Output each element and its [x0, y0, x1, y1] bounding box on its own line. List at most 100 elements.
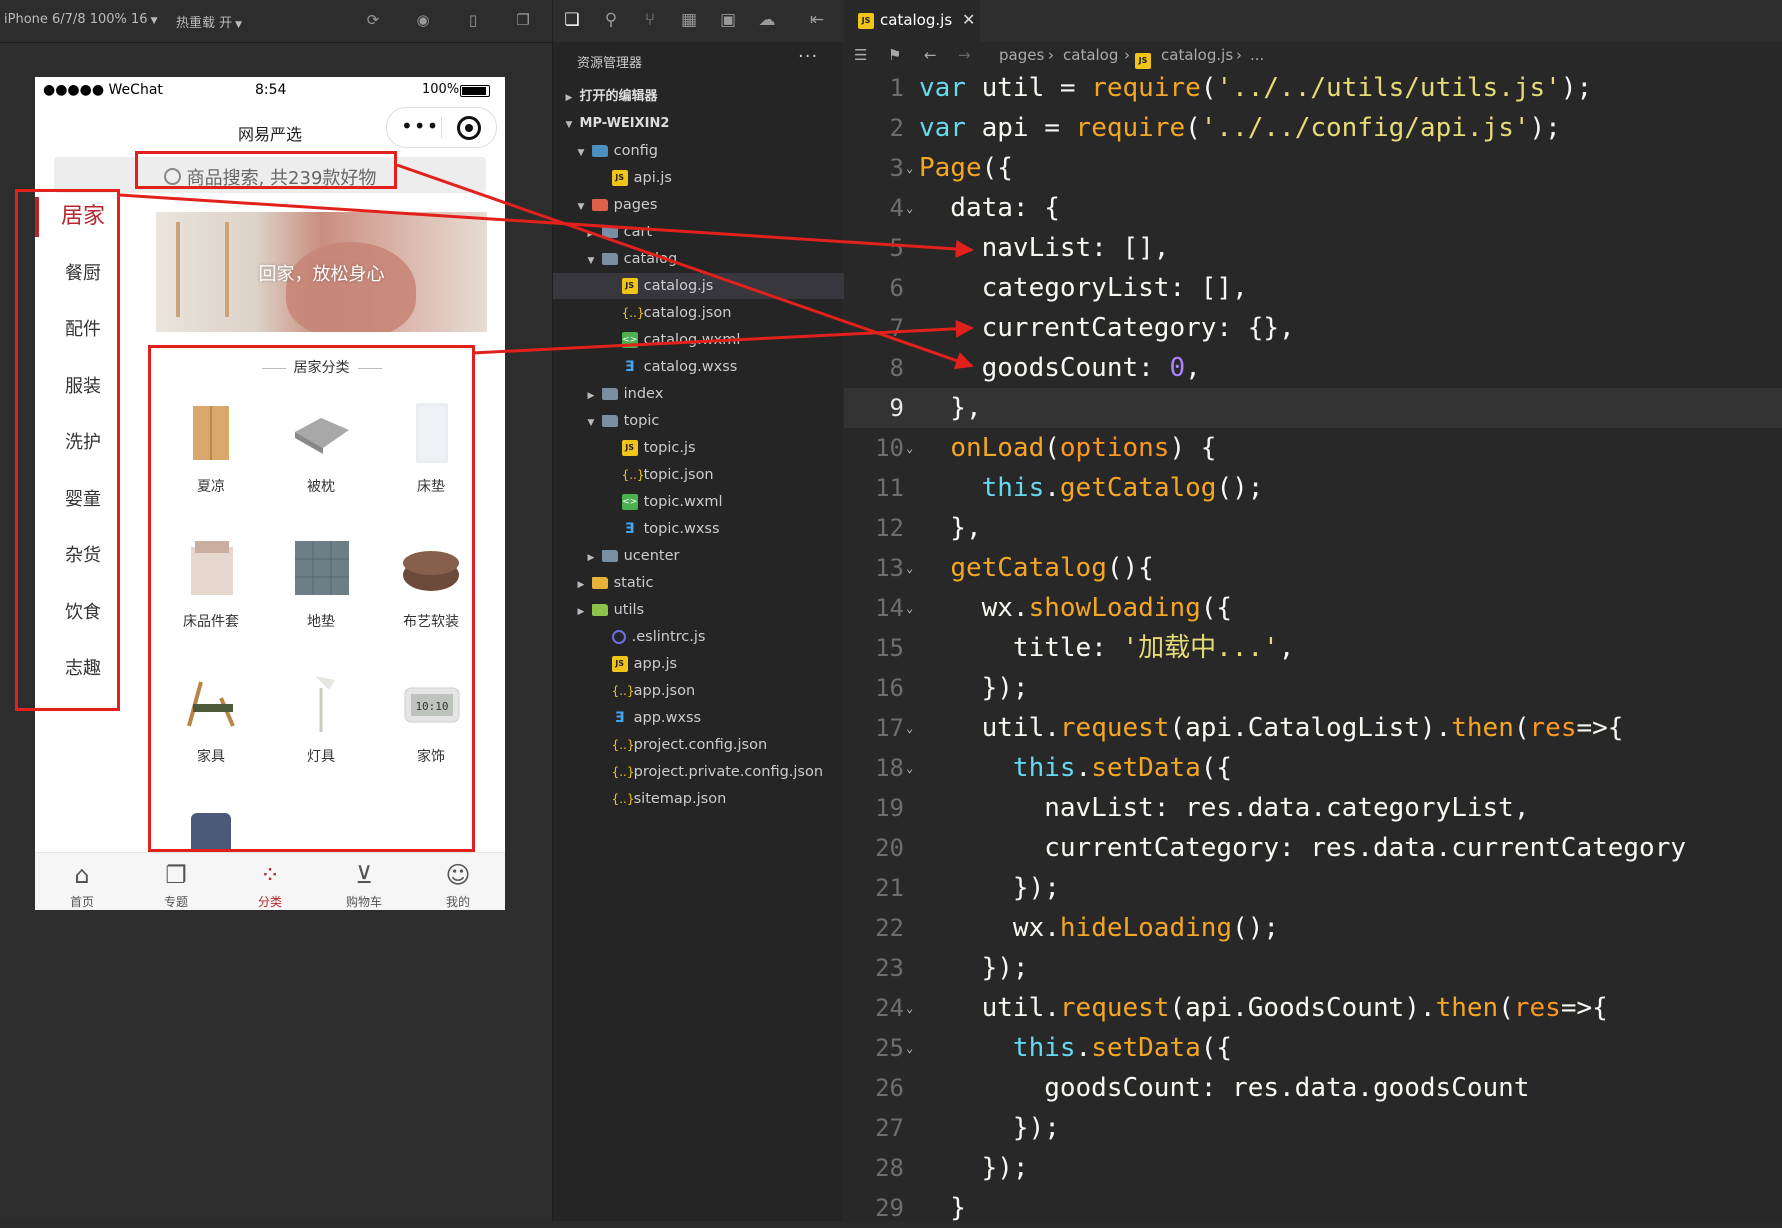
nav-highlight-box — [15, 189, 120, 711]
user-icon: ☺ — [445, 861, 471, 889]
tree-file[interactable]: {..}sitemap.json — [553, 786, 885, 812]
chevron-right-icon: ▶ — [565, 93, 573, 103]
tree-label: cart — [623, 224, 653, 240]
tree-label: static — [613, 575, 654, 591]
forward-arrow-icon[interactable]: → — [958, 42, 971, 68]
tab-home[interactable]: ⌂ 首页 — [35, 853, 129, 910]
open-editors-section[interactable]: ▶ 打开的编辑器 — [553, 84, 853, 110]
activity-toolbar: ❏ ⚲ ⑂ ▦ ▣ ☁ ⇤ — [553, 0, 843, 42]
files-icon[interactable]: ❏ — [561, 9, 583, 31]
json-file-icon: {..} — [611, 792, 635, 806]
js-file-icon: JS — [621, 278, 638, 294]
tree-file[interactable]: .eslintrc.js — [553, 624, 885, 650]
code-line: 28 }); — [875, 1153, 1029, 1183]
extensions-icon[interactable]: ▦ — [678, 9, 700, 31]
clock-text: 8:54 — [255, 82, 287, 98]
json-file-icon: {..} — [621, 468, 645, 482]
js-file-icon: JS — [611, 170, 628, 186]
tree-file[interactable]: JS app.js — [553, 651, 885, 677]
tree-label: index — [623, 386, 664, 402]
code-line: 17 ⌄ util.request(api.CatalogList).then(r… — [875, 713, 1624, 743]
tree-folder[interactable]: ▶ utils — [553, 597, 865, 623]
more-icon[interactable]: ··· — [798, 46, 818, 67]
more-dots-icon[interactable]: ••• — [401, 114, 439, 138]
source-control-icon[interactable]: ⑂ — [639, 9, 661, 31]
tab-label: 专题 — [163, 895, 188, 909]
tab-cart[interactable]: ⊻ 购物车 — [317, 853, 411, 910]
chevron-down-icon: ▼ — [587, 418, 595, 428]
tab-catalog[interactable]: ⁘ 分类 — [223, 853, 317, 910]
folder-icon — [601, 226, 618, 238]
hot-reload-toggle[interactable]: 热重载 开 ▼ — [176, 12, 242, 31]
close-icon[interactable]: ✕ — [962, 0, 975, 40]
tree-file[interactable]: Ǝapp.wxss — [553, 705, 885, 731]
debug-icon[interactable]: ▣ — [717, 9, 739, 31]
chevron-right-icon: ▶ — [577, 580, 585, 590]
code-line: 25 ⌄ this.setData({ — [875, 1033, 1233, 1063]
tree-file[interactable]: {..}project.private.config.json — [553, 759, 885, 785]
breadcrumb-item[interactable]: pages — [999, 42, 1044, 68]
tab-profile[interactable]: ☺ 我的 — [411, 853, 505, 910]
phone-icon[interactable]: ▯ — [464, 11, 482, 29]
collapse-panel-icon[interactable]: ⇤ — [806, 9, 828, 31]
tree-label: catalog.wxml — [643, 332, 741, 348]
folder-icon — [591, 145, 608, 157]
breadcrumb-item[interactable]: catalog.js — [1161, 42, 1233, 68]
grid-circles-icon: ⁘ — [259, 861, 281, 889]
breadcrumb-item[interactable]: catalog — [1063, 42, 1118, 68]
tree-folder[interactable]: ▶ ucenter — [553, 543, 875, 569]
stop-icon[interactable]: ◉ — [414, 11, 432, 29]
editor-tab-strip: JS catalog.js ✕ — [844, 0, 1782, 42]
code-line: 27 }); — [875, 1113, 1060, 1143]
breadcrumb-item[interactable]: ... — [1250, 42, 1264, 68]
chevron-down-icon: ▼ — [565, 120, 573, 130]
chevron-down-icon: ▼ — [235, 20, 243, 30]
category-banner[interactable]: 回家，放松身心 — [156, 212, 487, 332]
tab-topic[interactable]: ❐ 专题 — [129, 853, 223, 910]
tree-folder[interactable]: ▼ catalog — [553, 246, 875, 272]
device-selector[interactable]: iPhone 6/7/8 100% 16 ▼ — [4, 12, 157, 27]
folder-icon — [601, 415, 618, 427]
hot-reload-label: 热重载 开 — [176, 16, 233, 31]
tab-label: catalog.js — [880, 11, 953, 29]
code-area[interactable]: 1 var util = require('../../utils/utils.j… — [844, 68, 1782, 1228]
code-line: 10 ⌄ onLoad(options) { — [875, 433, 1217, 463]
code-line: 23 }); — [875, 953, 1029, 983]
code-line: 24 ⌄ util.request(api.GoodsCount).then(re… — [875, 993, 1608, 1023]
cloud-icon[interactable]: ☁ — [756, 9, 778, 31]
code-editor: JS catalog.js ✕ ☰ ⚑ ← → pages › catalog ›… — [844, 0, 1782, 1223]
workspace-root[interactable]: ▼ MP-WEIXIN2 — [553, 111, 853, 137]
code-line: 13 ⌄ getCatalog(){ — [875, 553, 1154, 583]
bookmark-icon[interactable]: ⚑ — [888, 42, 901, 68]
tree-folder[interactable]: ▶ cart — [553, 219, 875, 245]
editor-tab-catalog-js[interactable]: JS catalog.js ✕ — [844, 0, 980, 42]
tree-folder[interactable]: ▼ config — [553, 138, 865, 164]
code-line: 22 wx.hideLoading(); — [875, 913, 1280, 943]
wxss-file-icon: Ǝ — [624, 521, 635, 537]
tree-file[interactable]: {..}app.json — [553, 678, 885, 704]
close-circle-icon[interactable] — [457, 116, 481, 140]
tree-folder[interactable]: ▶ static — [553, 570, 865, 596]
json-file-icon: {..} — [611, 765, 635, 779]
tree-file[interactable]: {..}project.config.json — [553, 732, 885, 758]
copy-icon: ❐ — [165, 861, 187, 889]
folder-icon — [591, 604, 608, 616]
tree-folder[interactable]: ▶ index — [553, 381, 875, 407]
capsule-menu[interactable]: ••• — [386, 107, 497, 148]
tree-file[interactable]: JS api.js — [553, 165, 885, 191]
code-line: 11 this.getCatalog(); — [875, 473, 1264, 503]
list-icon[interactable]: ☰ — [854, 42, 867, 68]
tree-folder[interactable]: ▼ pages — [553, 192, 865, 218]
back-arrow-icon[interactable]: ← — [924, 42, 937, 68]
tree-label: pages — [613, 197, 658, 213]
chevron-down-icon: ▼ — [577, 148, 585, 158]
window-icon[interactable]: ❐ — [514, 11, 532, 29]
banner-beanbag-image — [286, 242, 416, 332]
chevron-right-icon: ▶ — [587, 229, 595, 239]
explorer-title: 资源管理器 — [577, 56, 643, 71]
tree-label: catalog — [623, 251, 678, 267]
tree-folder[interactable]: ▼ topic — [553, 408, 875, 434]
search-icon[interactable]: ⚲ — [600, 9, 622, 31]
refresh-icon[interactable]: ⟳ — [364, 11, 382, 29]
code-line: 12 }, — [875, 513, 982, 543]
